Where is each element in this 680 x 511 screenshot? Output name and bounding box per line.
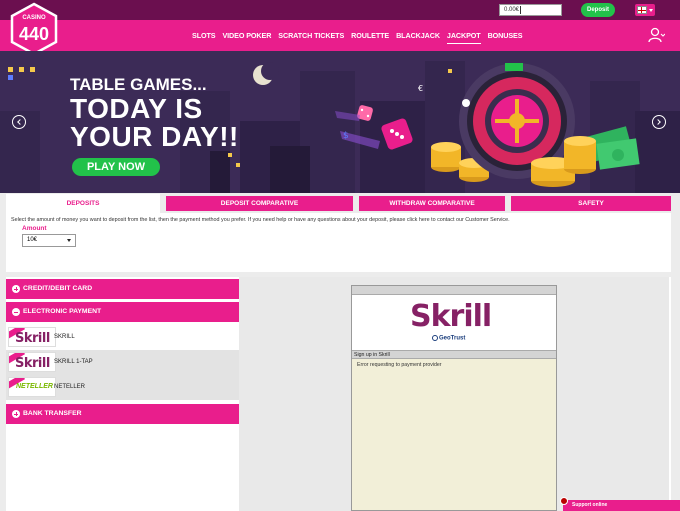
deposit-tabs: DEPOSITS DEPOSIT COMPARATIVE WITHDRAW CO… [0, 193, 680, 213]
neteller-logo-text: NETELLER [16, 383, 53, 390]
svg-text:$: $ [343, 131, 349, 141]
error-message: Error requesting to payment provider [357, 362, 442, 368]
carousel-next-button[interactable] [652, 115, 666, 129]
category-credit-debit-card[interactable]: CREDIT/DEBIT CARD [6, 279, 239, 299]
category-label: ELECTRONIC PAYMENT [23, 308, 102, 315]
balance-value: 0.00€ [504, 7, 520, 13]
banner-line-3: YOUR DAY!! [70, 121, 239, 152]
tab-withdraw-comparative[interactable]: WITHDRAW COMPARATIVE [359, 196, 505, 211]
skrill-payment-frame: Skrill GeoTrust Sign up in Skrill Error … [351, 285, 557, 511]
method-name: SKRILL [54, 334, 75, 340]
frame-subtitle: Sign up in Skrill [352, 350, 556, 359]
language-selector[interactable] [635, 4, 655, 16]
chevron-right-icon [655, 119, 661, 125]
skrill-frame-logo: Skrill [410, 299, 492, 334]
method-name: SKRILL 1-TAP [54, 359, 93, 365]
geotrust-badge: GeoTrust [432, 335, 465, 342]
skrill-logo-text: Skrill [15, 356, 50, 371]
chevron-down-icon [649, 9, 653, 12]
support-online-button[interactable]: Support online [563, 500, 680, 511]
balance-field[interactable]: 0.00€ [499, 4, 562, 16]
method-skrill[interactable]: Skrill SKRILL [6, 325, 239, 350]
tab-safety[interactable]: SAFETY [511, 196, 671, 211]
tab-deposit-comparative[interactable]: DEPOSIT COMPARATIVE [166, 196, 353, 211]
carousel-prev-button[interactable] [12, 115, 26, 129]
deposit-button[interactable]: Deposit [581, 3, 615, 17]
svg-text:€: € [418, 84, 423, 93]
nav-slots[interactable]: SLOTS [192, 20, 216, 51]
nav-jackpot[interactable]: JACKPOT [446, 20, 481, 51]
category-bank-transfer[interactable]: BANK TRANSFER [6, 404, 239, 424]
plus-circle-icon [12, 410, 20, 418]
user-menu-icon[interactable] [647, 26, 666, 44]
skrill-1-tap-logo: Skrill [8, 352, 56, 372]
category-electronic-payment[interactable]: ELECTRONIC PAYMENT [6, 302, 239, 322]
amount-select[interactable]: 10€ [22, 234, 76, 247]
nav-blackjack[interactable]: BLACKJACK [396, 20, 440, 51]
method-neteller[interactable]: NETELLER NETELLER [6, 375, 239, 400]
frame-body: Error requesting to payment provider [352, 359, 556, 510]
amount-label: Amount [22, 225, 47, 232]
nav-video-poker[interactable]: VIDEO POKER [222, 20, 271, 51]
plus-circle-icon [12, 285, 20, 293]
banner-line-1: TABLE GAMES... [70, 75, 207, 94]
method-name: NETELLER [54, 384, 86, 390]
category-label: CREDIT/DEBIT CARD [23, 285, 93, 292]
nav-roulette[interactable]: ROULETTE [351, 20, 389, 51]
deposit-instructions: Select the amount of money you want to d… [11, 217, 510, 223]
geotrust-text: GeoTrust [439, 335, 466, 342]
support-chat-icon[interactable] [560, 497, 568, 505]
logo-casino-text: CASINO [22, 15, 46, 21]
tab-deposits[interactable]: DEPOSITS [6, 194, 160, 213]
uk-flag-icon [637, 6, 647, 14]
method-skrill-1-tap[interactable]: Skrill SKRILL 1-TAP [6, 350, 239, 375]
deposit-info-panel: Select the amount of money you want to d… [6, 213, 671, 272]
skrill-logo-text: Skrill [15, 331, 50, 346]
main-nav: SLOTS VIDEO POKER SCRATCH TICKETS ROULET… [192, 20, 529, 51]
chevron-left-icon [17, 119, 23, 125]
promo-banner: $ € TABLE GAMES... TODAY IS YOUR DAY!! P… [0, 51, 680, 193]
nav-scratch-tickets[interactable]: SCRATCH TICKETS [278, 20, 344, 51]
neteller-logo: NETELLER [8, 377, 56, 397]
text-caret [520, 6, 521, 14]
minus-circle-icon [12, 308, 20, 316]
skrill-logo: Skrill [8, 327, 56, 347]
top-strip: 0.00€ Deposit [0, 0, 680, 20]
play-now-button[interactable]: PLAY NOW [72, 158, 160, 176]
category-label: BANK TRANSFER [23, 410, 82, 417]
main-header: SLOTS VIDEO POKER SCRATCH TICKETS ROULET… [0, 20, 680, 51]
geotrust-icon [432, 335, 438, 341]
nav-bonuses[interactable]: BONUSES [488, 20, 523, 51]
frame-titlebar [352, 286, 556, 295]
logo-number-text: 440 [19, 24, 49, 44]
